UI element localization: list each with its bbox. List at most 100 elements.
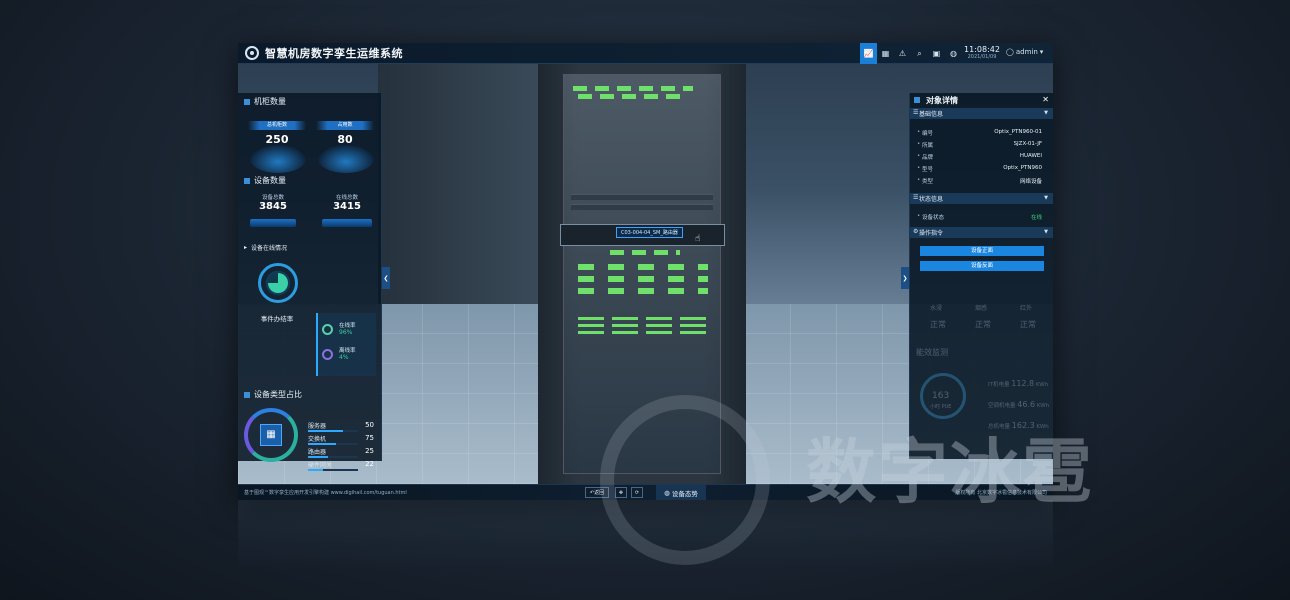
type-row: 交换机 75 [308, 434, 374, 446]
basic-info-section[interactable]: ☰ 基础信息 ▼ [910, 108, 1053, 119]
type-name: 交换机 [308, 436, 327, 443]
collapse-left-arrow[interactable]: ❮ [382, 267, 390, 289]
device-section-title: 设备数量 [244, 175, 286, 186]
rack-led-row [573, 86, 693, 91]
online-status-title: ▸ 设备在线情况 [244, 243, 287, 252]
alert-icon[interactable]: ⚠ [894, 43, 911, 64]
env-label: 红外 [1020, 305, 1033, 312]
top-bar: 智慧机房数字孪生运维系统 📈 ▦ ⚠ ⌕ ▣ ◍ 11:08:42 2021/0… [238, 43, 1053, 64]
type-row: 硬件网关 22 [308, 460, 374, 472]
info-row: 编号Optix_PTN960-01 [910, 127, 1053, 139]
ops-title: 操作指令 [919, 230, 944, 237]
energy-row: 总机电量 162.3 KWh [988, 421, 1049, 430]
energy-row: 空调机电量 46.6 KWh [988, 400, 1050, 409]
status-info-section[interactable]: ☰ 状态信息 ▼ [910, 193, 1053, 204]
user-menu[interactable]: ◯ admin ▾ [1006, 48, 1043, 56]
watermark-text: 数字冰雹 [806, 431, 1094, 513]
type-bar [308, 469, 323, 471]
device-online-plate [322, 219, 372, 227]
info-row: 所属SJZX-01-JF [910, 139, 1053, 151]
rack-unit [571, 204, 713, 210]
caret-down-icon: ▼ [1044, 195, 1048, 201]
offline-rate-label: 离线率 [339, 348, 356, 354]
globe-icon[interactable]: ◍ [945, 43, 962, 64]
section-square-icon [244, 98, 250, 105]
online-rate-label: 在线率 [339, 323, 356, 329]
clock-time: 11:08:42 [964, 45, 1000, 54]
cabinet-used-label: 占用数 [316, 121, 374, 130]
rack-led-row [578, 276, 708, 282]
rack-led-row [578, 331, 708, 334]
rack-led-row [578, 264, 708, 270]
collapse-right-arrow[interactable]: ❯ [901, 267, 909, 289]
server-grid-icon: ▦ [260, 424, 282, 446]
type-value: 22 [365, 460, 374, 468]
type-value: 75 [365, 434, 374, 442]
app-title: 智慧机房数字孪生运维系统 [265, 47, 403, 60]
basic-info-title: 基础信息 [919, 111, 944, 118]
pue-label: 小时 PUE [930, 404, 952, 410]
user-name: admin [1015, 48, 1038, 56]
energy-title: 能效监测 [916, 348, 948, 357]
logo-icon [245, 46, 259, 60]
env-state: 正常 [930, 320, 946, 329]
footer-left-text: 基于图观™数字孪生应用开发引擎构建 www.digihail.com/tugua… [244, 490, 407, 496]
rack-led-row [578, 324, 708, 327]
env-label: 烟感 [975, 305, 988, 312]
cabinet-total-label: 总机柜数 [248, 121, 306, 130]
gear-icon: ⚙ [913, 228, 919, 235]
event-rate-label: 事件办结率 [260, 315, 294, 323]
check-icon [322, 324, 333, 335]
pue-value: 163 [932, 391, 950, 401]
close-icon[interactable]: ✕ [1042, 95, 1049, 104]
device-online-label: 在线总数 [335, 195, 358, 201]
type-value: 25 [365, 447, 374, 455]
chart-icon[interactable]: 📈 [860, 43, 877, 64]
cabinet-used-pedestal [318, 145, 374, 173]
type-bar [308, 430, 343, 432]
detail-square-icon [914, 97, 920, 103]
device-total-plate [250, 219, 296, 227]
type-bar [308, 456, 328, 458]
ops-section[interactable]: ⚙ 操作指令 ▼ [910, 227, 1053, 238]
rack-led-row [578, 94, 688, 99]
clock-date: 2021/01/09 [967, 54, 997, 60]
device-front-button[interactable]: 设备正面 [920, 246, 1044, 256]
type-name: 硬件网关 [308, 462, 333, 469]
monitor-icon[interactable]: ▣ [928, 43, 945, 64]
object-detail-panel: 对象详情 ✕ ☰ 基础信息 ▼ 编号Optix_PTN960-01 所属SJZX… [909, 93, 1053, 459]
type-title-text: 设备类型占比 [254, 390, 302, 399]
detail-title: 对象详情 [926, 95, 958, 105]
info-row: 型号Optix_PTN960 [910, 163, 1053, 175]
cabinet-total-pedestal [250, 145, 306, 173]
device-total-label: 设备总数 [261, 195, 284, 201]
type-bar [308, 443, 336, 445]
caret-down-icon: ▼ [1044, 229, 1048, 235]
section-square-icon [244, 177, 250, 184]
watermark-logo [600, 395, 770, 565]
list-icon: ☰ [913, 109, 919, 116]
left-panel: 机柜数量 总机柜数 占用数 250 80 设备数量 设备总数 在线总数 3845… [238, 93, 382, 471]
online-rate-value: 96% [339, 329, 353, 336]
env-label: 水浸 [930, 305, 943, 312]
rack-led-row [610, 250, 680, 255]
type-name: 服务器 [308, 423, 327, 430]
rack-led-row [578, 317, 708, 320]
grid-icon[interactable]: ▦ [877, 43, 894, 64]
device-back-button[interactable]: 设备反面 [920, 261, 1044, 271]
list-icon: ☰ [913, 194, 919, 201]
user-icon: ◯ [1006, 48, 1014, 56]
search-icon[interactable]: ⌕ [911, 43, 928, 64]
status-row: 设备状态在线 [910, 211, 1053, 223]
cabinet-title-text: 机柜数量 [254, 97, 286, 106]
type-row: 服务器 50 [308, 421, 374, 433]
device-tag: C03-004-04_SM_路由器 [616, 227, 683, 238]
env-state: 正常 [1020, 320, 1036, 329]
energy-row: IT机电量 112.8 KWh [988, 379, 1049, 388]
header-toolbar: 📈 ▦ ⚠ ⌕ ▣ ◍ [860, 43, 962, 64]
online-status-text: 设备在线情况 [251, 245, 288, 252]
type-name: 路由器 [308, 449, 327, 456]
detail-header: 对象详情 ✕ [910, 93, 1053, 107]
clock: 11:08:42 2021/01/09 [962, 45, 1002, 61]
env-state: 正常 [975, 320, 991, 329]
